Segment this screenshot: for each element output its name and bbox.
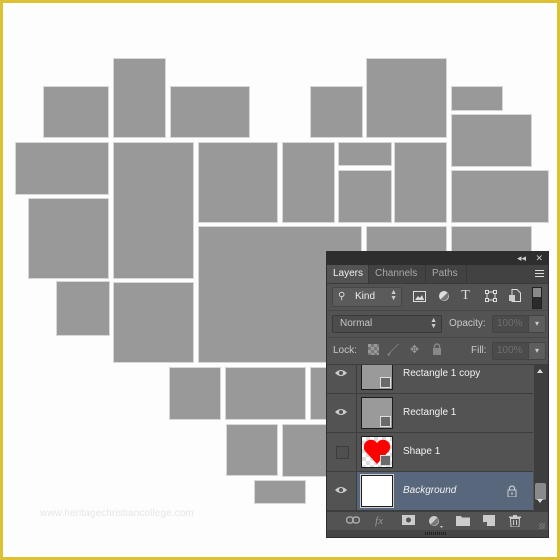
layer-row[interactable]: Rectangle 1 copy <box>327 365 533 394</box>
spinner-arrows-icon: ▲ ▼ <box>390 289 397 302</box>
layer-name: Shape 1 <box>403 446 441 457</box>
visibility-toggle[interactable] <box>327 433 357 471</box>
opacity-field[interactable]: 100% ▾ <box>492 315 546 333</box>
photo-tile[interactable] <box>113 142 194 279</box>
photo-tile[interactable] <box>338 170 392 223</box>
photo-tile[interactable] <box>282 424 332 477</box>
blend-mode-select[interactable]: Normal ▲ ▼ <box>332 315 442 333</box>
layer-thumbnail <box>360 474 394 508</box>
image-filter-icon[interactable] <box>413 291 426 304</box>
fill-field[interactable]: 100% ▾ <box>492 342 546 360</box>
photo-tile[interactable] <box>451 170 549 223</box>
photo-tile[interactable] <box>113 282 194 363</box>
panel-footer: fx <box>327 511 548 531</box>
opacity-label: Opacity: <box>449 318 486 329</box>
fill-label: Fill: <box>471 345 487 356</box>
lock-transparent-pixels-icon[interactable] <box>367 344 380 357</box>
scroll-up-icon[interactable] <box>537 369 543 373</box>
visibility-toggle[interactable] <box>327 365 357 393</box>
tab-layers[interactable]: Layers <box>327 265 369 283</box>
photo-tile[interactable] <box>338 142 392 166</box>
fill-dropdown-icon[interactable]: ▾ <box>528 343 545 359</box>
filter-row: ⚲ Kind ▲ ▼ T <box>327 284 548 311</box>
layer-thumbnail <box>361 365 393 390</box>
lock-position-icon[interactable]: ✥ <box>408 344 421 357</box>
photo-tile[interactable] <box>28 198 109 279</box>
type-filter-icon[interactable]: T <box>459 289 472 303</box>
panel-tabs: Layers Channels Paths <box>327 265 548 284</box>
layer-row[interactable]: Rectangle 1 <box>327 394 533 433</box>
spinner-arrows-icon: ▲ ▼ <box>430 317 437 330</box>
scroll-thumb[interactable] <box>535 483 546 500</box>
search-icon: ⚲ <box>338 291 346 302</box>
photo-tile[interactable] <box>282 142 335 223</box>
layers-list: Rectangle 1 copy Rectangle 1 Shape 1 Bac… <box>327 365 533 511</box>
add-mask-icon[interactable] <box>400 515 416 528</box>
close-panel-icon[interactable]: ✕ <box>535 253 543 264</box>
photo-tile[interactable] <box>451 114 532 167</box>
opacity-dropdown-icon[interactable]: ▾ <box>528 316 545 332</box>
layers-scrollbar[interactable] <box>534 365 548 511</box>
fx-icon[interactable]: fx <box>371 515 387 528</box>
layer-name: Rectangle 1 <box>403 407 457 418</box>
eye-icon <box>335 370 347 376</box>
layer-thumbnail <box>361 397 393 429</box>
lock-image-pixels-icon[interactable] <box>387 344 400 357</box>
lock-icon <box>507 485 517 497</box>
eye-icon <box>335 487 347 493</box>
new-layer-icon[interactable] <box>481 515 497 528</box>
photo-tile[interactable] <box>366 58 447 138</box>
panel-menu-icon[interactable] <box>532 268 544 279</box>
tab-channels[interactable]: Channels <box>369 265 426 283</box>
adjustment-layer-icon[interactable] <box>428 515 444 528</box>
photo-tile[interactable] <box>170 86 250 138</box>
kind-filter-select[interactable]: ⚲ Kind ▲ ▼ <box>332 287 402 307</box>
photo-tile[interactable] <box>15 142 109 195</box>
lock-label: Lock: <box>333 345 357 356</box>
photo-tile[interactable] <box>198 142 278 223</box>
smart-object-filter-icon[interactable] <box>508 289 521 302</box>
collapse-panel-icon[interactable]: ◂◂ <box>517 253 526 264</box>
filter-toggle-switch[interactable] <box>532 287 542 309</box>
visibility-toggle[interactable] <box>327 472 357 510</box>
photo-tile[interactable] <box>254 480 306 504</box>
resize-grip-icon[interactable] <box>539 523 545 529</box>
layer-name: Rectangle 1 copy <box>403 368 481 379</box>
photo-tile[interactable] <box>225 367 306 420</box>
shape-layer-icon <box>380 377 391 388</box>
hidden-visibility-box <box>336 446 349 459</box>
link-layers-icon[interactable] <box>345 515 361 528</box>
tab-paths[interactable]: Paths <box>426 265 467 283</box>
shape-layer-icon <box>380 455 391 466</box>
layer-thumbnail <box>361 436 393 468</box>
layers-panel: ◂◂ ✕ Layers Channels Paths ⚲ Kind ▲▼ T <box>326 251 549 538</box>
trash-icon[interactable] <box>507 515 523 528</box>
shape-layer-icon <box>380 416 391 427</box>
panel-titlebar[interactable]: ◂◂ ✕ <box>327 252 548 265</box>
adjustment-filter-icon[interactable] <box>437 290 450 303</box>
photo-tile[interactable] <box>113 58 166 138</box>
photo-tile[interactable] <box>226 424 278 476</box>
scroll-down-icon[interactable] <box>537 499 543 503</box>
layer-row-selected[interactable]: Background <box>327 472 533 511</box>
layer-row[interactable]: Shape 1 <box>327 433 533 472</box>
blend-row: Normal ▲ ▼ Opacity: 100% ▾ <box>327 310 548 338</box>
photo-tile[interactable] <box>451 86 503 111</box>
eye-icon <box>335 409 347 415</box>
kind-label: Kind <box>355 291 376 302</box>
shape-filter-icon[interactable] <box>484 290 497 303</box>
photo-tile[interactable] <box>56 281 110 336</box>
photo-tile[interactable] <box>43 86 109 138</box>
watermark: www.heritagechristiancollege.com <box>40 508 194 519</box>
lock-row: Lock: ✥ Fill: 100% ▾ <box>327 337 548 365</box>
photo-tile[interactable] <box>310 86 363 138</box>
photo-tile[interactable] <box>169 367 221 420</box>
folder-icon[interactable] <box>455 515 471 528</box>
visibility-toggle[interactable] <box>327 394 357 432</box>
layer-name: Background <box>403 485 457 496</box>
panel-resize-handle[interactable] <box>327 530 548 537</box>
photo-tile[interactable] <box>394 142 447 223</box>
lock-all-icon[interactable] <box>430 343 443 356</box>
